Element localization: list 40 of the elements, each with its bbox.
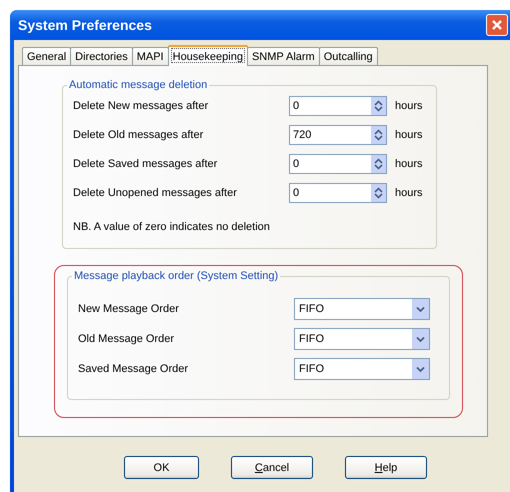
tab[interactable]: SNMP Alarm: [246, 47, 320, 65]
close-button[interactable]: [486, 14, 508, 36]
spinner-field[interactable]: 720: [289, 124, 387, 144]
dialog-button[interactable]: Cancel: [231, 456, 313, 479]
spin-arrows-icon[interactable]: [371, 184, 386, 202]
tab[interactable]: Housekeeping: [168, 45, 248, 66]
chevron-down-icon[interactable]: [412, 359, 429, 379]
field-label: Delete Saved messages after: [73, 158, 218, 170]
unit-label: hours: [395, 186, 423, 198]
group-title: Automatic message deletion: [68, 79, 208, 91]
tab[interactable]: Outcalling: [318, 47, 378, 65]
field-label: New Message Order: [78, 303, 180, 315]
spinner-field[interactable]: 0: [289, 182, 387, 202]
tab[interactable]: Directories: [70, 47, 133, 65]
group-title: Message playback order (System Setting): [73, 270, 280, 282]
spin-arrows-icon[interactable]: [371, 154, 386, 172]
note-text: NB. A value of zero indicates no deletion: [73, 221, 271, 233]
spinner-field[interactable]: 0: [289, 154, 387, 174]
dropdown[interactable]: FIFO: [294, 328, 430, 350]
dialog-button[interactable]: Help: [345, 456, 427, 479]
chevron-down-icon[interactable]: [412, 329, 429, 349]
field-label: Delete Old messages after: [73, 128, 204, 140]
field-label: Delete New messages after: [73, 100, 210, 112]
dropdown[interactable]: FIFO: [294, 358, 430, 380]
chevron-down-icon[interactable]: [412, 299, 429, 319]
tab[interactable]: General: [22, 47, 72, 65]
spin-arrows-icon[interactable]: [371, 126, 386, 144]
field-label: Saved Message Order: [78, 363, 190, 375]
unit-label: hours: [395, 128, 423, 140]
field-label: Delete Unopened messages after: [73, 186, 238, 198]
spinner-field[interactable]: 0: [289, 96, 387, 116]
tab[interactable]: MAPI: [132, 47, 169, 65]
dialog-button[interactable]: OK: [124, 456, 199, 479]
dropdown[interactable]: FIFO: [294, 298, 430, 320]
field-label: Old Message Order: [78, 333, 175, 345]
unit-label: hours: [395, 100, 423, 112]
unit-label: hours: [395, 158, 423, 170]
window-title: System Preferences: [18, 17, 152, 33]
close-icon: [490, 18, 504, 32]
spin-arrows-icon[interactable]: [371, 96, 386, 114]
